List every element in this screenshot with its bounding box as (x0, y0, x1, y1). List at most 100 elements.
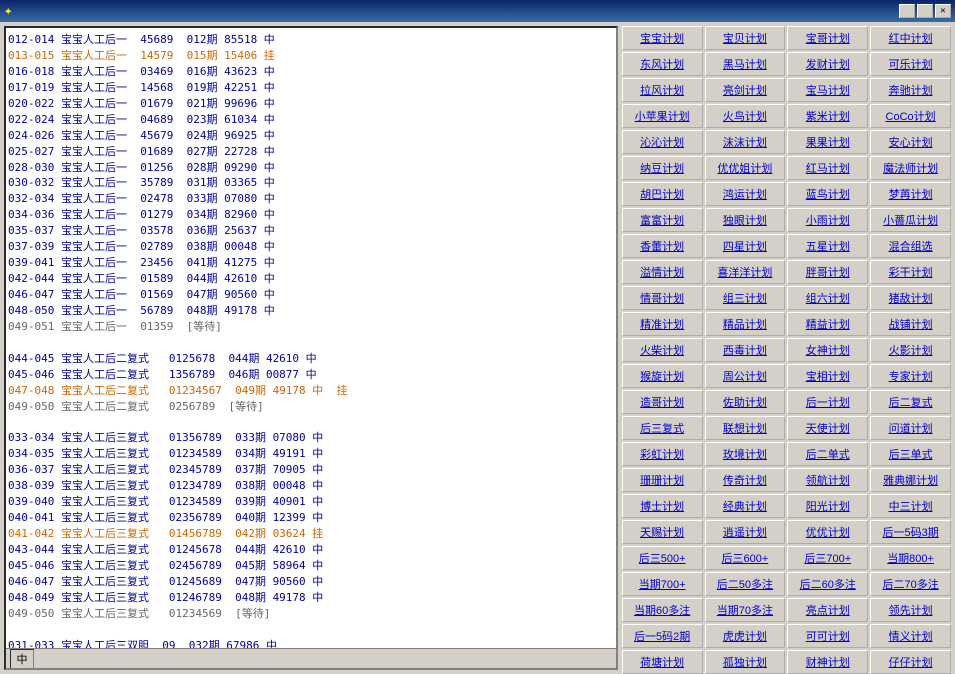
plan-btn-16-1[interactable]: 玫境计划 (705, 442, 786, 466)
plan-btn-2-0[interactable]: 拉风计划 (622, 78, 703, 102)
plan-btn-9-2[interactable]: 胖哥计划 (787, 260, 868, 284)
plan-btn-0-2[interactable]: 宝哥计划 (787, 26, 868, 50)
plan-btn-8-0[interactable]: 香蕾计划 (622, 234, 703, 258)
plan-btn-4-3[interactable]: 安心计划 (870, 130, 951, 154)
plan-btn-8-2[interactable]: 五星计划 (787, 234, 868, 258)
plan-btn-15-3[interactable]: 问道计划 (870, 416, 951, 440)
plan-btn-1-2[interactable]: 发财计划 (787, 52, 868, 76)
plan-btn-22-3[interactable]: 领先计划 (870, 598, 951, 622)
plan-btn-4-2[interactable]: 果果计划 (787, 130, 868, 154)
plan-btn-7-0[interactable]: 富富计划 (622, 208, 703, 232)
plan-btn-1-0[interactable]: 东风计划 (622, 52, 703, 76)
plan-btn-3-0[interactable]: 小苹果计划 (622, 104, 703, 128)
plan-btn-22-0[interactable]: 当期60多注 (622, 598, 703, 622)
plan-btn-18-2[interactable]: 阳光计划 (787, 494, 868, 518)
plan-btn-5-2[interactable]: 红马计划 (787, 156, 868, 180)
plan-btn-9-3[interactable]: 彩干计划 (870, 260, 951, 284)
plan-btn-17-0[interactable]: 珊珊计划 (622, 468, 703, 492)
close-button[interactable]: ✕ (935, 4, 951, 18)
plan-btn-19-0[interactable]: 天赐计划 (622, 520, 703, 544)
plan-btn-7-3[interactable]: 小薔瓜计划 (870, 208, 951, 232)
plan-btn-14-3[interactable]: 后二复式 (870, 390, 951, 414)
plan-btn-24-2[interactable]: 财神计划 (787, 650, 868, 674)
plan-btn-22-1[interactable]: 当期70多注 (705, 598, 786, 622)
plan-btn-13-1[interactable]: 周公计划 (705, 364, 786, 388)
plan-btn-3-1[interactable]: 火鸟计划 (705, 104, 786, 128)
plan-btn-23-2[interactable]: 可可计划 (787, 624, 868, 648)
plan-btn-11-3[interactable]: 战铺计划 (870, 312, 951, 336)
plan-btn-5-1[interactable]: 优优姐计划 (705, 156, 786, 180)
plan-btn-20-0[interactable]: 后三500+ (622, 546, 703, 570)
plan-btn-10-1[interactable]: 组三计划 (705, 286, 786, 310)
plan-btn-19-3[interactable]: 后一5码3期 (870, 520, 951, 544)
plan-btn-1-3[interactable]: 可乐计划 (870, 52, 951, 76)
plan-btn-24-1[interactable]: 孤独计划 (705, 650, 786, 674)
plan-btn-5-3[interactable]: 魔法师计划 (870, 156, 951, 180)
plan-btn-7-2[interactable]: 小雨计划 (787, 208, 868, 232)
plan-btn-0-1[interactable]: 宝贝计划 (705, 26, 786, 50)
plan-btn-9-0[interactable]: 溢情计划 (622, 260, 703, 284)
plan-btn-6-2[interactable]: 蓝鸟计划 (787, 182, 868, 206)
plan-btn-15-1[interactable]: 联想计划 (705, 416, 786, 440)
plan-btn-16-0[interactable]: 彩虹计划 (622, 442, 703, 466)
plan-btn-20-3[interactable]: 当期800+ (870, 546, 951, 570)
plan-btn-21-1[interactable]: 后二50多注 (705, 572, 786, 596)
plan-btn-17-1[interactable]: 传奇计划 (705, 468, 786, 492)
plan-btn-0-0[interactable]: 宝宝计划 (622, 26, 703, 50)
plan-btn-18-3[interactable]: 中三计划 (870, 494, 951, 518)
plan-btn-18-0[interactable]: 博士计划 (622, 494, 703, 518)
plan-btn-11-1[interactable]: 精品计划 (705, 312, 786, 336)
plan-btn-21-0[interactable]: 当期700+ (622, 572, 703, 596)
plan-btn-17-2[interactable]: 领航计划 (787, 468, 868, 492)
plan-btn-18-1[interactable]: 经典计划 (705, 494, 786, 518)
plan-btn-4-0[interactable]: 沁沁计划 (622, 130, 703, 154)
plan-btn-13-3[interactable]: 专家计划 (870, 364, 951, 388)
plan-btn-12-2[interactable]: 女神计划 (787, 338, 868, 362)
plan-btn-6-3[interactable]: 梦苒计划 (870, 182, 951, 206)
plan-btn-9-1[interactable]: 喜洋洋计划 (705, 260, 786, 284)
minimize-button[interactable] (899, 4, 915, 18)
plan-btn-2-1[interactable]: 亮剑计划 (705, 78, 786, 102)
plan-btn-12-0[interactable]: 火柴计划 (622, 338, 703, 362)
plan-btn-10-2[interactable]: 组六计划 (787, 286, 868, 310)
plan-btn-23-1[interactable]: 虎虎计划 (705, 624, 786, 648)
plan-btn-12-3[interactable]: 火影计划 (870, 338, 951, 362)
plan-btn-21-3[interactable]: 后二70多注 (870, 572, 951, 596)
maximize-button[interactable] (917, 4, 933, 18)
plan-btn-8-3[interactable]: 混合组选 (870, 234, 951, 258)
plan-btn-7-1[interactable]: 独眼计划 (705, 208, 786, 232)
plan-btn-15-0[interactable]: 后三复式 (622, 416, 703, 440)
plan-btn-13-0[interactable]: 猴旋计划 (622, 364, 703, 388)
plan-btn-13-2[interactable]: 宝相计划 (787, 364, 868, 388)
plan-btn-16-2[interactable]: 后二单式 (787, 442, 868, 466)
plan-btn-15-2[interactable]: 天使计划 (787, 416, 868, 440)
plan-btn-20-2[interactable]: 后三700+ (787, 546, 868, 570)
plan-btn-12-1[interactable]: 西毒计划 (705, 338, 786, 362)
plan-btn-24-3[interactable]: 仔仔计划 (870, 650, 951, 674)
plan-btn-22-2[interactable]: 亮点计划 (787, 598, 868, 622)
plan-btn-10-3[interactable]: 猪敌计划 (870, 286, 951, 310)
plan-btn-23-3[interactable]: 情义计划 (870, 624, 951, 648)
plan-btn-10-0[interactable]: 情哥计划 (622, 286, 703, 310)
plan-btn-14-0[interactable]: 造哥计划 (622, 390, 703, 414)
plan-btn-3-2[interactable]: 紫米计划 (787, 104, 868, 128)
plan-btn-3-3[interactable]: CoCo计划 (870, 104, 951, 128)
plan-btn-0-3[interactable]: 红中计划 (870, 26, 951, 50)
plan-btn-16-3[interactable]: 后三单式 (870, 442, 951, 466)
plan-btn-11-2[interactable]: 精益计划 (787, 312, 868, 336)
plan-btn-1-1[interactable]: 黑马计划 (705, 52, 786, 76)
plan-btn-2-3[interactable]: 奔驰计划 (870, 78, 951, 102)
plan-btn-24-0[interactable]: 荷塘计划 (622, 650, 703, 674)
plan-btn-17-3[interactable]: 雅典娜计划 (870, 468, 951, 492)
plan-btn-2-2[interactable]: 宝马计划 (787, 78, 868, 102)
plan-btn-19-1[interactable]: 逍遥计划 (705, 520, 786, 544)
plan-btn-14-1[interactable]: 佐助计划 (705, 390, 786, 414)
plan-btn-8-1[interactable]: 四星计划 (705, 234, 786, 258)
plan-btn-20-1[interactable]: 后三600+ (705, 546, 786, 570)
plan-btn-6-0[interactable]: 胡巴计划 (622, 182, 703, 206)
plan-btn-11-0[interactable]: 精准计划 (622, 312, 703, 336)
left-content-scroll[interactable]: 012-014 宝宝人工后一 45689 012期 85518 中 013-01… (6, 28, 616, 648)
plan-btn-6-1[interactable]: 鸿运计划 (705, 182, 786, 206)
plan-btn-19-2[interactable]: 优优计划 (787, 520, 868, 544)
plan-btn-5-0[interactable]: 纳豆计划 (622, 156, 703, 180)
